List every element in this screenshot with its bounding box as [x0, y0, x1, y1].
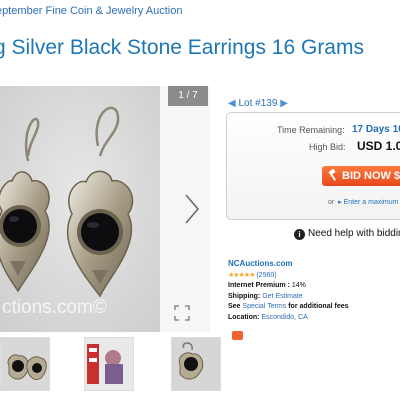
- time-remaining-value: 17 Days 10: [352, 124, 400, 135]
- next-image-button[interactable]: [181, 192, 203, 226]
- enter-maximum-link[interactable]: Enter a maximum: [344, 199, 399, 206]
- shipping-estimate-link[interactable]: Get Estimate: [262, 293, 302, 300]
- image-counter: 1 / 7: [168, 86, 208, 106]
- terms-post: for additional fees: [288, 303, 349, 310]
- help-text: Need help with bidding: [308, 228, 400, 239]
- expand-arrow-icon[interactable]: ▸: [338, 199, 342, 206]
- expand-icon: [174, 305, 190, 321]
- bid-now-button[interactable]: BID NOW $: [322, 166, 400, 186]
- lot-number: Lot #139: [238, 98, 278, 109]
- chevron-right-icon: [185, 194, 200, 224]
- auctioneer-link[interactable]: NCAuctions.com: [228, 259, 292, 268]
- internet-premium-value: 14%: [291, 282, 306, 289]
- auctioneer-details: NCAuctions.com ★★★★★ (2960) Internet Pre…: [228, 259, 349, 323]
- terms-pre: See: [228, 303, 241, 310]
- main-product-image[interactable]: ctions.com©: [0, 86, 160, 332]
- breadcrumb[interactable]: eptember Fine Coin & Jewelry Auction: [0, 5, 182, 17]
- gavel-icon: [328, 169, 337, 181]
- bid-now-label: BID NOW $: [342, 170, 400, 182]
- internet-premium-label: Internet Premium :: [228, 282, 290, 289]
- expand-button[interactable]: [174, 305, 190, 321]
- high-bid-value: USD 1.00: [357, 139, 400, 153]
- rating-stars-icon: ★★★★★: [228, 271, 255, 279]
- thumbnail[interactable]: [171, 337, 221, 391]
- previous-lot-icon[interactable]: ◀: [228, 98, 236, 109]
- earring-thumbnail-image: [1, 338, 49, 390]
- review-count[interactable]: (2960): [256, 272, 276, 279]
- info-icon: i: [294, 229, 305, 240]
- watermark: ctions.com©: [2, 297, 107, 318]
- next-lot-icon[interactable]: ▶: [280, 98, 288, 109]
- ruler-thumbnail-image: [85, 338, 133, 390]
- time-remaining-label: Time Remaining:: [277, 125, 345, 135]
- earring-closeup-thumbnail: [172, 338, 220, 390]
- shipping-label: Shipping:: [228, 292, 261, 300]
- earrings-photo: [0, 86, 160, 332]
- max-bid-row: or ▸ Enter a maximum: [328, 198, 398, 206]
- badge-icon: [232, 331, 243, 340]
- location-value[interactable]: Escondido, CA: [261, 314, 307, 321]
- thumbnail[interactable]: [84, 337, 134, 391]
- location-label: Location:: [228, 313, 260, 321]
- help-bidding-link[interactable]: i Need help with bidding: [294, 228, 400, 240]
- or-text: or: [328, 199, 335, 206]
- thumbnail[interactable]: [0, 337, 50, 391]
- special-terms-link[interactable]: Special Terms: [242, 303, 286, 310]
- high-bid-label: High Bid:: [309, 142, 346, 152]
- page-title: g Silver Black Stone Earrings 16 Grams: [0, 36, 364, 59]
- lot-navigation: ◀ Lot #139 ▶: [228, 98, 288, 109]
